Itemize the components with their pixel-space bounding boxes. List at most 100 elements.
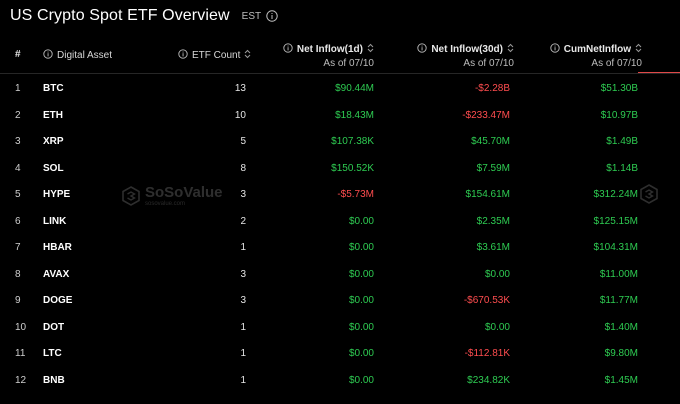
net-inflow-30d: -$233.47M [462,109,510,121]
row-index: 6 [15,215,21,227]
row-index: 9 [15,295,21,306]
asset-symbol[interactable]: AVAX [43,269,69,280]
table-row[interactable]: 8 AVAX 3 $0.00 $0.00 $11.00M [0,260,680,287]
sort-icon[interactable] [635,43,642,53]
etf-count: 1 [240,348,246,359]
cum-net-inflow: $9.80M [604,348,638,359]
table-row[interactable]: 1 BTC 13 $90.44M -$2.28B $51.30B [0,74,680,101]
as-of-label: As of 07/10 [591,58,642,69]
sosovalue-logo-icon [640,184,658,204]
row-index: 3 [15,136,21,147]
net-inflow-30d: $234.82K [467,374,510,386]
row-index: 11 [15,348,26,359]
cum-net-inflow: $1.14B [606,162,638,174]
info-icon [417,43,427,53]
page-title: US Crypto Spot ETF Overview [10,7,230,24]
table-row[interactable]: 2 ETH 10 $18.43M -$233.47M $10.97B [0,101,680,128]
etf-count: 2 [240,215,246,227]
watermark-text: SoSoValue [145,184,223,201]
cum-net-inflow: $1.40M [604,321,638,333]
info-icon[interactable] [266,10,278,22]
etf-count: 10 [234,109,246,121]
net-inflow-1d: $0.00 [348,374,374,386]
asset-symbol[interactable]: HYPE [43,189,70,200]
asset-symbol[interactable]: DOT [43,322,64,333]
table-row[interactable]: 7 HBAR 1 $0.00 $3.61M $104.31M [0,233,680,260]
col-cum-net-inflow[interactable]: CumNetInflow As of 07/10 [550,43,642,69]
sort-icon[interactable] [244,49,251,59]
asset-symbol[interactable]: BTC [43,83,64,94]
net-inflow-1d: $0.00 [348,242,374,253]
col-net-inflow-1d[interactable]: Net Inflow(1d) As of 07/10 [283,43,374,69]
col-etf-count[interactable]: ETF Count [178,49,251,61]
net-inflow-1d: $107.38K [331,136,374,147]
as-of-label: As of 07/10 [463,58,514,69]
info-icon [550,43,560,53]
net-inflow-1d: -$5.73M [337,189,374,200]
asset-symbol[interactable]: BNB [43,375,65,386]
etf-count: 8 [240,162,246,174]
row-index: 10 [15,321,27,333]
net-inflow-1d: $0.00 [348,348,374,359]
table-row[interactable]: 4 SOL 8 $150.52K $7.59M $1.14B [0,154,680,181]
table-row[interactable]: 6 LINK 2 $0.00 $2.35M $125.15M [0,207,680,234]
active-sort-indicator [638,72,680,73]
row-index: 4 [15,162,21,174]
table-row[interactable]: 9 DOGE 3 $0.00 -$670.53K $11.77M [0,286,680,313]
etf-count: 13 [234,83,246,94]
row-index: 12 [15,374,27,386]
sosovalue-logo-icon [122,185,140,206]
table-row[interactable]: 5 HYPE 3 -$5.73M $154.61M $312.24M [0,180,680,207]
table-row[interactable]: 12 BNB 1 $0.00 $234.82K $1.45M [0,366,680,393]
asset-symbol[interactable]: LINK [43,216,66,227]
etf-count: 3 [240,295,246,306]
col-index: # [15,49,21,60]
sort-icon[interactable] [507,43,514,53]
net-inflow-30d: -$2.28B [474,83,510,94]
row-index: 2 [15,109,21,121]
asset-symbol[interactable]: SOL [43,163,64,174]
timezone-label: EST [241,10,262,22]
row-index: 8 [15,268,21,280]
watermark-subtext: sosovalue.com [145,201,186,207]
etf-count: 5 [240,136,246,147]
net-inflow-30d: -$112.81K [464,348,510,359]
net-inflow-1d: $18.43M [335,109,374,121]
cum-net-inflow: $1.49B [606,136,638,147]
asset-symbol[interactable]: HBAR [43,242,72,253]
table-body: 1 BTC 13 $90.44M -$2.28B $51.30B 2 ETH 10 $18.43M… [0,74,680,392]
info-icon [283,43,293,53]
asset-symbol[interactable]: ETH [43,110,63,121]
col-digital-asset[interactable]: Digital Asset [43,49,112,61]
sort-icon[interactable] [367,43,374,53]
row-index: 1 [15,83,21,94]
table-row[interactable]: 11 LTC 1 $0.00 -$112.81K $9.80M [0,339,680,366]
etf-table: # Digital Asset ETF Count Net Inflow(1d)… [0,40,680,392]
cum-net-inflow: $10.97B [600,109,638,121]
as-of-label: As of 07/10 [323,58,374,69]
table-row[interactable]: 10 DOT 1 $0.00 $0.00 $1.40M [0,313,680,340]
cum-net-inflow: $125.15M [593,215,638,227]
net-inflow-30d: $45.70M [471,136,510,147]
cum-net-inflow: $11.77M [599,295,638,306]
etf-count: 1 [240,321,246,333]
cum-net-inflow: $51.30B [600,83,638,94]
asset-symbol[interactable]: DOGE [43,295,72,306]
etf-count: 1 [240,374,246,386]
asset-symbol[interactable]: LTC [43,348,62,359]
etf-count: 3 [240,189,246,200]
asset-symbol[interactable]: XRP [43,136,64,147]
net-inflow-30d: $7.59M [476,162,510,174]
cum-net-inflow: $104.31M [593,242,638,253]
col-net-inflow-30d[interactable]: Net Inflow(30d) As of 07/10 [417,43,514,69]
net-inflow-30d: $3.61M [476,242,510,253]
cum-net-inflow: $11.00M [599,268,638,280]
row-index: 7 [15,242,21,253]
table-row[interactable]: 3 XRP 5 $107.38K $45.70M $1.49B [0,127,680,154]
net-inflow-1d: $0.00 [348,295,374,306]
net-inflow-30d: -$670.53K [463,295,510,306]
net-inflow-30d: $0.00 [484,268,510,280]
cum-net-inflow: $312.24M [593,189,638,200]
etf-count: 3 [240,268,246,280]
net-inflow-30d: $2.35M [476,215,510,227]
